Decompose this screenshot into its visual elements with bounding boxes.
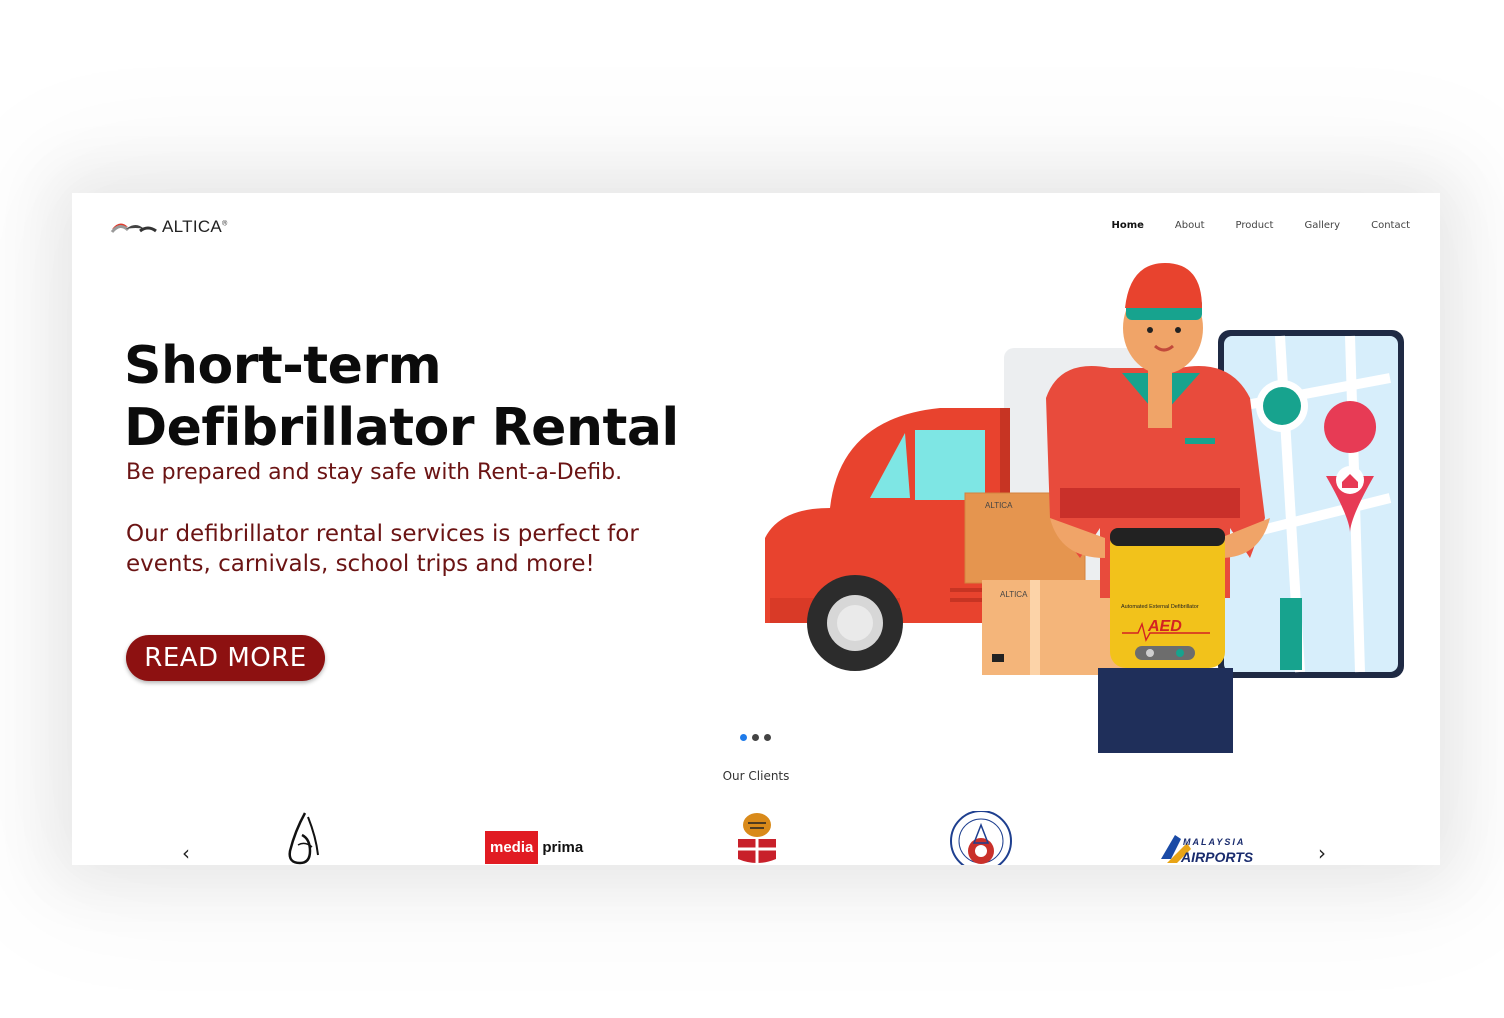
hero-title-line1: Short-term [124, 336, 442, 396]
client-logo-calligraphy [288, 812, 319, 865]
clients-next-button[interactable]: › [1318, 841, 1326, 865]
nav-contact[interactable]: Contact [1371, 220, 1410, 231]
clients-prev-button[interactable]: ‹ [182, 841, 190, 865]
box-label-bottom: ALTICA [1000, 590, 1028, 599]
nav-about[interactable]: About [1175, 220, 1205, 231]
carousel-dot-2[interactable] [752, 734, 759, 741]
nav-home[interactable]: Home [1111, 220, 1143, 231]
client-logo-tiger-crest [738, 813, 776, 865]
client-logo-media-prima: media prima [485, 831, 583, 864]
hero-description: Our defibrillator rental services is per… [126, 519, 746, 579]
aed-caption: Automated External Defibrillator [1121, 604, 1199, 610]
carousel-dot-3[interactable] [764, 734, 771, 741]
logo-text: ALTICA® [162, 217, 228, 236]
chevron-right-icon: › [1318, 841, 1326, 865]
airports-text-bottom: AIRPORTS [1181, 849, 1254, 865]
main-nav: Home About Product Gallery Contact [1111, 220, 1410, 231]
hero-subtitle: Be prepared and stay safe with Rent-a-De… [126, 460, 623, 485]
read-more-button[interactable]: READ MORE [126, 635, 325, 681]
chevron-left-icon: ‹ [182, 841, 190, 865]
airports-text-top: MALAYSIA [1183, 837, 1246, 847]
clients-title: Our Clients [722, 769, 790, 783]
box-label-top: ALTICA [985, 501, 1013, 510]
brand-logo[interactable]: ALTICA® [110, 217, 228, 237]
media-prima-black-text: prima [542, 839, 584, 856]
nav-gallery[interactable]: Gallery [1304, 220, 1340, 231]
hero-title-line2: Defibrillator Rental [124, 398, 679, 458]
client-logo-malaysia-airports: MALAYSIA AIRPORTS [1157, 829, 1265, 865]
media-prima-red-text: media [485, 831, 539, 864]
delivery-illustration: ALTICA ALTICA Automated External Defibri… [765, 263, 1404, 753]
carousel-indicators [740, 734, 771, 741]
hero-title: Short-term Defibrillator Rental [124, 335, 679, 459]
carousel-dot-1[interactable] [740, 734, 747, 741]
hero-description-line1: Our defibrillator rental services is per… [126, 521, 639, 547]
nav-product[interactable]: Product [1236, 220, 1274, 231]
logo-mark-icon [110, 223, 157, 233]
hero-description-line2: events, carnivals, school trips and more… [126, 551, 595, 577]
page-frame: ALTICA® Home About Product Gallery Conta… [72, 193, 1440, 865]
client-logo-mara-seal [950, 811, 1012, 865]
